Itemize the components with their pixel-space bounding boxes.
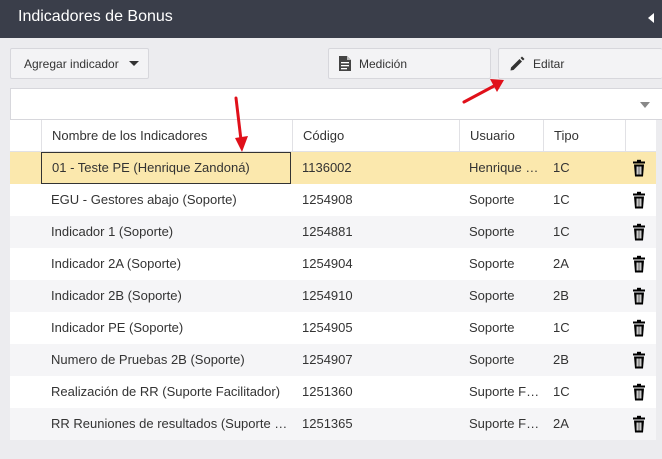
row-type: 1C [553, 160, 570, 175]
row-code: 1254907 [302, 352, 353, 367]
row-type: 1C [553, 384, 570, 399]
trash-icon[interactable] [630, 415, 648, 433]
edit-label: Editar [533, 56, 565, 71]
row-name: Numero de Pruebas 2B (Soporte) [51, 352, 245, 367]
trash-icon[interactable] [630, 255, 648, 273]
row-user: Soporte [469, 192, 515, 207]
add-indicator-button[interactable]: Agregar indicador [10, 48, 149, 79]
table-header: Nombre de los Indicadores Código Usuario… [10, 120, 656, 152]
edit-button[interactable]: Editar [498, 48, 662, 79]
column-header-name[interactable]: Nombre de los Indicadores [41, 120, 291, 151]
row-name: Indicador 2B (Soporte) [51, 288, 182, 303]
row-code: 1254905 [302, 320, 353, 335]
trash-icon[interactable] [630, 351, 648, 369]
row-name: Indicador 2A (Soporte) [51, 256, 182, 271]
row-code: 1251360 [302, 384, 353, 399]
row-user: Soporte [469, 224, 515, 239]
trash-icon[interactable] [630, 319, 648, 337]
table-row[interactable]: 01 - Teste PE (Henrique Zandoná) 1136002 H… [10, 152, 656, 184]
medicion-label: Medición [359, 56, 408, 71]
row-type: 2A [553, 416, 569, 431]
column-header-actions [625, 120, 656, 151]
row-user: Soporte [469, 352, 515, 367]
collapse-panel-icon[interactable] [648, 13, 654, 23]
row-type: 1C [553, 320, 570, 335]
row-code: 1254910 [302, 288, 353, 303]
column-header-code[interactable]: Código [292, 120, 459, 151]
row-code: 1254881 [302, 224, 353, 239]
row-type: 2A [553, 256, 569, 271]
indicators-table: Nombre de los Indicadores Código Usuario… [10, 120, 656, 440]
row-code: 1254908 [302, 192, 353, 207]
pencil-icon [510, 56, 525, 70]
medicion-button[interactable]: Medición [328, 48, 491, 79]
table-row[interactable]: RR Reuniones de resultados (Suporte Faci… [10, 408, 656, 440]
row-user: Henrique Zandoná [469, 160, 543, 175]
row-user: Suporte Facilitador [469, 416, 543, 431]
row-name: RR Reuniones de resultados (Suporte Faci… [51, 416, 291, 431]
row-code: 1136002 [302, 160, 352, 175]
row-user: Suporte Facilitador [469, 384, 543, 399]
row-code: 1254904 [302, 256, 353, 271]
row-name: EGU - Gestores abajo (Soporte) [51, 192, 237, 207]
row-type: 1C [553, 224, 570, 239]
table-row[interactable]: Numero de Pruebas 2B (Soporte) 1254907 Sop… [10, 344, 656, 376]
row-type: 2B [553, 352, 569, 367]
table-body: 01 - Teste PE (Henrique Zandoná) 1136002 H… [10, 152, 656, 440]
filter-dropdown[interactable] [10, 88, 662, 120]
table-row[interactable]: Indicador PE (Soporte) 1254905 Soporte 1C [10, 312, 656, 344]
table-row[interactable]: EGU - Gestores abajo (Soporte) 1254908 Sop… [10, 184, 656, 216]
table-row[interactable]: Indicador 2A (Soporte) 1254904 Soporte 2A [10, 248, 656, 280]
trash-icon[interactable] [630, 191, 648, 209]
add-indicator-label: Agregar indicador [24, 56, 119, 71]
row-user: Soporte [469, 256, 515, 271]
row-user: Soporte [469, 320, 515, 335]
trash-icon[interactable] [630, 223, 648, 241]
trash-icon[interactable] [630, 287, 648, 305]
row-type: 1C [553, 192, 570, 207]
row-code: 1251365 [302, 416, 353, 431]
chevron-down-icon [640, 102, 650, 108]
column-header-user[interactable]: Usuario [459, 120, 543, 151]
document-icon [339, 56, 351, 71]
table-row[interactable]: Indicador 1 (Soporte) 1254881 Soporte 1C [10, 216, 656, 248]
row-name: Indicador 1 (Soporte) [51, 224, 174, 239]
row-name: 01 - Teste PE (Henrique Zandoná) [41, 152, 291, 184]
table-row[interactable]: Indicador 2B (Soporte) 1254910 Soporte 2B [10, 280, 656, 312]
trash-icon[interactable] [630, 159, 648, 177]
row-name: Realización de RR (Suporte Facilitador) [51, 384, 281, 399]
table-row[interactable]: Realización de RR (Suporte Facilitador) 1… [10, 376, 656, 408]
row-user: Soporte [469, 288, 515, 303]
column-header-type[interactable]: Tipo [543, 120, 625, 151]
row-type: 2B [553, 288, 569, 303]
row-name: Indicador PE (Soporte) [51, 320, 184, 335]
trash-icon[interactable] [630, 383, 648, 401]
chevron-down-icon [128, 61, 139, 66]
window-titlebar: Indicadores de Bonus [0, 0, 662, 38]
window-title: Indicadores de Bonus [18, 8, 173, 25]
